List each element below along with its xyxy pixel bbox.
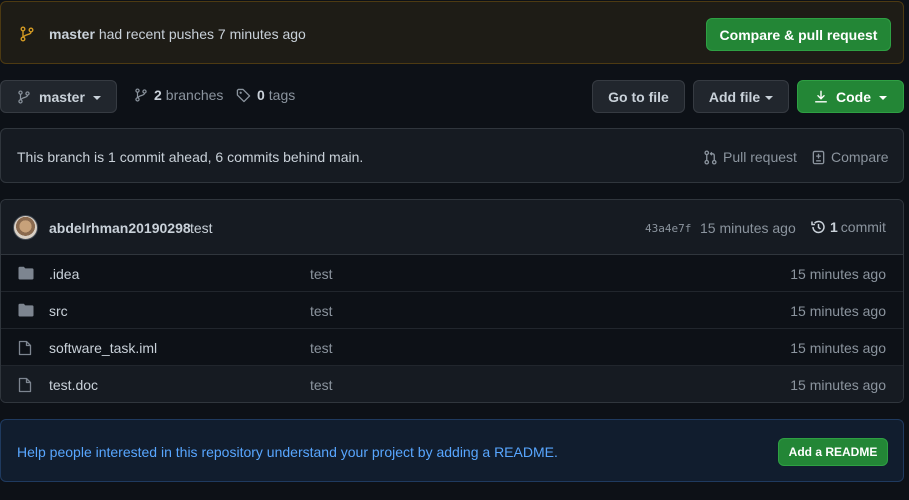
folder-icon: [18, 266, 34, 280]
tag-icon: [236, 88, 251, 103]
file-row[interactable]: .idea test 15 minutes ago: [1, 255, 903, 292]
commit-count-label: commit: [840, 219, 886, 235]
push-message-text: had recent pushes 7 minutes ago: [98, 26, 306, 42]
commit-message[interactable]: test: [190, 220, 213, 236]
file-list: abdelrhman20190298 test 43a4e7f 15 minut…: [0, 199, 904, 403]
code-label: Code: [836, 88, 871, 105]
download-icon: [814, 90, 828, 104]
commit-author[interactable]: abdelrhman20190298: [49, 220, 191, 236]
branch-status-text: This branch is 1 commit ahead, 6 commits…: [17, 149, 364, 165]
compare-pull-request-button[interactable]: Compare & pull request: [706, 18, 891, 51]
file-age: 15 minutes ago: [790, 377, 886, 393]
file-row[interactable]: src test 15 minutes ago: [1, 292, 903, 329]
latest-commit-header: abdelrhman20190298 test 43a4e7f 15 minut…: [1, 200, 903, 255]
branches-count: 2: [154, 87, 162, 103]
file-row[interactable]: software_task.iml test 15 minutes ago: [1, 329, 903, 366]
branch-select-button[interactable]: master: [0, 80, 117, 113]
tags-label: tags: [268, 87, 296, 103]
file-commit-message[interactable]: test: [310, 266, 333, 282]
tags-link[interactable]: 0 tags: [236, 87, 295, 103]
file-name[interactable]: .idea: [49, 266, 79, 282]
chevron-down-icon: [92, 95, 101, 100]
branch-status-box: This branch is 1 commit ahead, 6 commits…: [0, 128, 904, 183]
file-name[interactable]: software_task.iml: [49, 340, 157, 356]
pull-request-icon: [703, 149, 723, 165]
add-file-label: Add file: [708, 88, 761, 105]
commit-sha[interactable]: 43a4e7f: [645, 222, 691, 235]
compare-label: Compare: [831, 149, 889, 165]
readme-prompt-text: Help people interested in this repositor…: [17, 444, 558, 460]
tags-count: 0: [257, 87, 265, 103]
code-button[interactable]: Code: [797, 80, 904, 113]
go-to-file-button[interactable]: Go to file: [592, 80, 685, 113]
git-branch-icon: [19, 26, 35, 42]
file-commit-message[interactable]: test: [310, 340, 333, 356]
git-branch-icon: [17, 89, 31, 104]
compare-link[interactable]: Compare: [811, 149, 889, 165]
push-message: master had recent pushes 7 minutes ago: [49, 26, 306, 42]
file-name[interactable]: src: [49, 303, 68, 319]
commit-time: 15 minutes ago: [700, 220, 796, 236]
branches-label: branches: [165, 87, 224, 103]
commit-count: 1: [830, 219, 838, 235]
file-age: 15 minutes ago: [790, 266, 886, 282]
chevron-down-icon: [765, 95, 774, 100]
recent-push-banner: master had recent pushes 7 minutes ago C…: [0, 1, 904, 64]
file-commit-message[interactable]: test: [310, 377, 333, 393]
pull-request-link[interactable]: Pull request: [703, 149, 797, 165]
avatar[interactable]: [13, 215, 38, 240]
add-file-button[interactable]: Add file: [693, 80, 789, 113]
file-icon: [18, 340, 32, 356]
file-commit-message[interactable]: test: [310, 303, 333, 319]
file-name[interactable]: test.doc: [49, 377, 98, 393]
commit-history-link[interactable]: 1 commit: [810, 219, 886, 235]
folder-icon: [18, 303, 34, 317]
compare-icon: [811, 150, 831, 165]
file-icon: [18, 377, 32, 393]
readme-prompt: Help people interested in this repositor…: [0, 419, 904, 482]
branch-select-label: master: [39, 88, 85, 105]
file-age: 15 minutes ago: [790, 303, 886, 319]
pull-request-label: Pull request: [723, 149, 797, 165]
file-row[interactable]: test.doc test 15 minutes ago: [1, 366, 903, 402]
add-readme-button[interactable]: Add a README: [778, 438, 888, 466]
branches-link[interactable]: 2 branches: [134, 87, 223, 103]
file-age: 15 minutes ago: [790, 340, 886, 356]
git-branch-icon: [134, 88, 148, 102]
chevron-down-icon: [879, 95, 887, 100]
history-icon: [810, 219, 826, 235]
push-branch-name[interactable]: master: [49, 26, 95, 42]
